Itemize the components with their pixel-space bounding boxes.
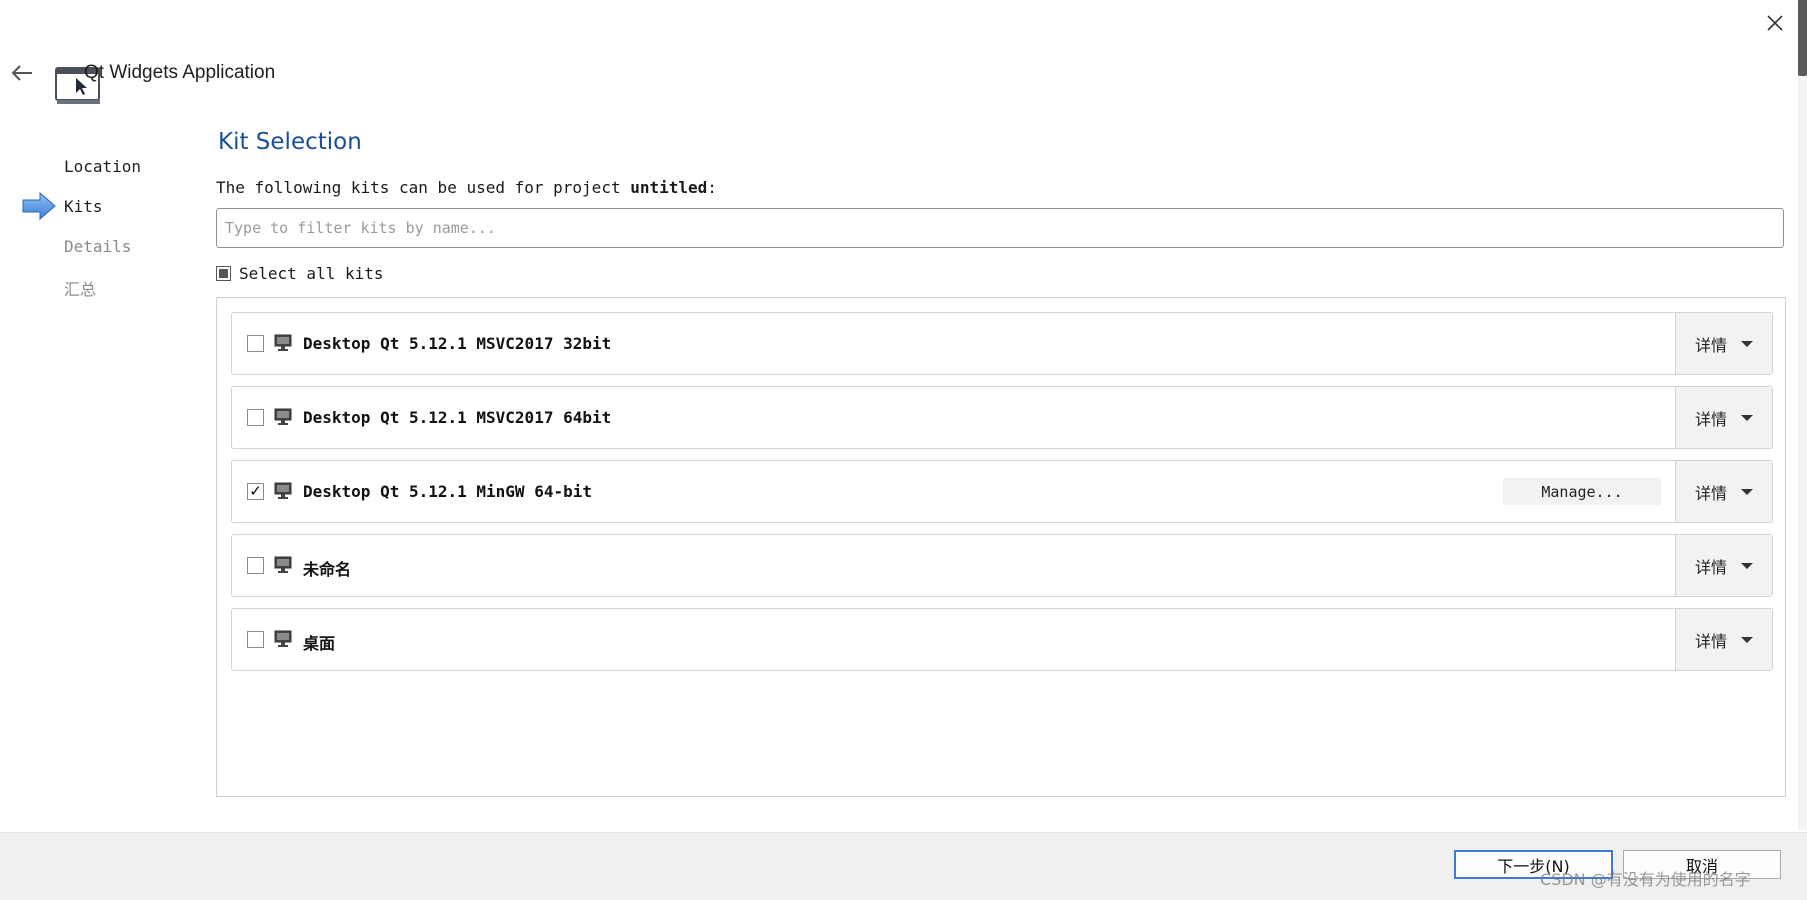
kit-name: Desktop Qt 5.12.1 MSVC2017 64bit xyxy=(303,408,612,427)
step-kits: Kits xyxy=(64,197,103,216)
select-all-kits-checkbox[interactable]: Select all kits xyxy=(216,264,384,283)
kit-name: Desktop Qt 5.12.1 MinGW 64-bit xyxy=(303,482,592,501)
kit-details-button[interactable]: 详情 xyxy=(1675,461,1772,522)
wizard-title: Qt Widgets Application xyxy=(84,62,276,83)
kit-checkbox[interactable] xyxy=(247,631,264,648)
project-name: untitled xyxy=(630,178,708,197)
kit-details-button[interactable]: 详情 xyxy=(1675,609,1772,670)
desktop-monitor-icon xyxy=(274,408,292,425)
partial-checkbox-icon[interactable] xyxy=(216,266,231,281)
kit-row: Desktop Qt 5.12.1 MSVC2017 32bit 详情 xyxy=(231,312,1773,375)
watermark-text: CSDN @有没有为使用的名字 xyxy=(1540,870,1751,889)
kit-row: ✓ Desktop Qt 5.12.1 MinGW 64-bit Manage.… xyxy=(231,460,1773,523)
close-button[interactable] xyxy=(1760,8,1790,38)
desktop-monitor-icon xyxy=(274,556,292,573)
step-location: Location xyxy=(64,157,142,176)
kit-details-label: 详情 xyxy=(1694,335,1727,355)
kit-row: Desktop Qt 5.12.1 MSVC2017 64bit 详情 xyxy=(231,386,1773,449)
chevron-down-icon xyxy=(1741,488,1753,495)
kit-details-button[interactable]: 详情 xyxy=(1675,313,1772,374)
kit-details-label: 详情 xyxy=(1694,557,1727,577)
kit-checkbox[interactable]: ✓ xyxy=(247,483,264,500)
kit-name: 未命名 xyxy=(303,560,352,579)
kit-row: 桌面 详情 xyxy=(231,608,1773,671)
chevron-down-icon xyxy=(1741,340,1753,347)
desktop-monitor-icon xyxy=(274,334,292,351)
kit-details-button[interactable]: 详情 xyxy=(1675,535,1772,596)
kit-row: 未命名 详情 xyxy=(231,534,1773,597)
current-step-arrow-icon xyxy=(22,191,56,221)
intro-prefix: The following kits can be used for proje… xyxy=(216,178,631,197)
back-button[interactable] xyxy=(10,60,36,86)
desktop-monitor-icon xyxy=(274,630,292,647)
intro-suffix: : xyxy=(707,178,717,197)
vertical-scrollbar[interactable] xyxy=(1798,0,1807,830)
chevron-down-icon xyxy=(1741,636,1753,643)
kit-name: 桌面 xyxy=(303,634,336,653)
chevron-down-icon xyxy=(1741,414,1753,421)
back-arrow-icon xyxy=(11,65,32,81)
desktop-monitor-icon xyxy=(274,482,292,499)
kit-details-label: 详情 xyxy=(1694,409,1727,429)
step-details: Details xyxy=(64,237,132,256)
kits-list-panel: Desktop Qt 5.12.1 MSVC2017 32bit 详情 Desk… xyxy=(216,297,1786,797)
intro-text: The following kits can be used for proje… xyxy=(216,178,717,197)
step-summary: 汇总 xyxy=(64,280,97,299)
close-icon xyxy=(1767,15,1783,31)
page-title: Kit Selection xyxy=(218,129,362,155)
kit-details-label: 详情 xyxy=(1694,483,1727,503)
chevron-down-icon xyxy=(1741,562,1753,569)
scrollbar-thumb[interactable] xyxy=(1798,0,1807,76)
kit-name: Desktop Qt 5.12.1 MSVC2017 32bit xyxy=(303,334,612,353)
kit-filter-input[interactable] xyxy=(216,208,1784,248)
kit-checkbox[interactable] xyxy=(247,335,264,352)
select-all-label: Select all kits xyxy=(239,264,384,283)
manage-kits-button[interactable]: Manage... xyxy=(1503,478,1661,505)
kit-checkbox[interactable] xyxy=(247,409,264,426)
kit-checkbox[interactable] xyxy=(247,557,264,574)
kit-details-label: 详情 xyxy=(1694,631,1727,651)
kit-details-button[interactable]: 详情 xyxy=(1675,387,1772,448)
